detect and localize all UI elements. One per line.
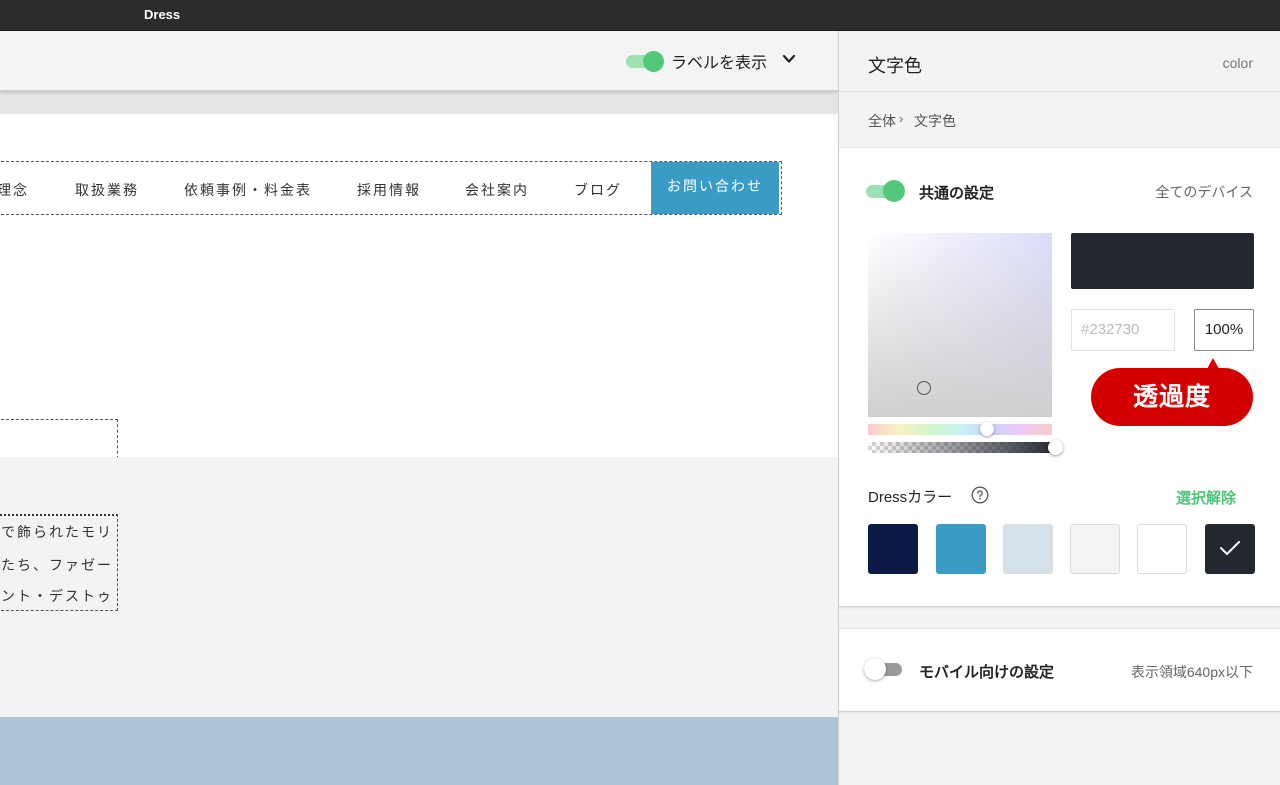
editor-toolbar: ラベルを表示 [0, 31, 838, 91]
panel-subtitle: color [1222, 55, 1253, 71]
common-settings-toggle[interactable] [866, 180, 906, 202]
mobile-settings-scope: 表示領域640px以下 [1130, 664, 1253, 680]
common-settings-scope: 全てのデバイス [1155, 184, 1253, 200]
swatch-white[interactable] [1137, 524, 1187, 574]
swatch-navy[interactable] [868, 524, 918, 574]
swatch-light-gray[interactable] [1070, 524, 1120, 574]
editor-area: ラベルを表示 理念 取扱業務 依頼事例・料金表 採用情報 会社案内 ブログ お問… [0, 31, 838, 785]
mobile-settings-toggle[interactable] [864, 658, 904, 680]
check-icon [1220, 541, 1240, 555]
alpha-slider-handle[interactable] [1048, 440, 1063, 455]
show-labels-toggle[interactable] [626, 51, 666, 72]
page-preview-header: 理念 取扱業務 依頼事例・料金表 採用情報 会社案内 ブログ お問い合わせ [0, 114, 838, 459]
toggle-knob [643, 51, 664, 72]
common-settings-label: 共通の設定 [919, 185, 995, 202]
mobile-settings-label: モバイル向けの設定 [919, 664, 1055, 681]
hue-slider[interactable] [868, 424, 1052, 435]
site-nav[interactable]: 理念 取扱業務 依頼事例・料金表 採用情報 会社案内 ブログ お問い合わせ [0, 161, 782, 215]
breadcrumb-separator-icon: › [899, 111, 904, 126]
saturation-value-picker[interactable] [868, 233, 1052, 417]
alpha-slider[interactable] [868, 442, 1058, 453]
settings-panel: 文字色 color 全体 › 文字色 共通の設定 全てのデバイス #232730… [838, 31, 1280, 785]
hex-color-input[interactable]: #232730 [1071, 309, 1175, 351]
nav-item-cases-fees[interactable]: 依頼事例・料金表 [184, 180, 312, 200]
swatch-dark-selected[interactable] [1205, 524, 1255, 574]
nav-contact-button[interactable]: お問い合わせ [651, 162, 779, 214]
panel-title: 文字色 [868, 56, 922, 76]
text-line: で飾られたモリ [1, 526, 113, 541]
page-preview-section: で飾られたモリ たち、ファゼー ント・デストゥ [0, 457, 838, 717]
page-preview-image [0, 717, 838, 785]
panel-header: 文字色 color [839, 31, 1280, 91]
color-picker-cursor[interactable] [917, 381, 931, 395]
app-title: Dress [144, 7, 181, 22]
dress-colors-label: Dressカラー [868, 489, 953, 506]
toggle-knob [883, 180, 905, 202]
breadcrumb: 全体 › 文字色 [839, 91, 1280, 147]
hue-slider-handle[interactable] [980, 422, 994, 436]
chevron-down-icon[interactable] [782, 52, 796, 66]
deselect-button[interactable]: 選択解除 [1176, 487, 1236, 508]
swatch-blue[interactable] [936, 524, 986, 574]
nav-item-company[interactable]: 会社案内 [465, 180, 529, 200]
help-icon[interactable] [971, 486, 989, 504]
nav-item-recruit[interactable]: 採用情報 [357, 180, 421, 200]
text-line: ント・デストゥ [1, 590, 113, 605]
alpha-input[interactable]: 100% [1194, 309, 1254, 351]
text-block[interactable]: で飾られたモリ たち、ファゼー ント・デストゥ [0, 514, 118, 611]
common-settings-card: 共通の設定 全てのデバイス #232730 100% 透過度 Dressカラー … [839, 147, 1280, 607]
swatch-light-blue[interactable] [1003, 524, 1053, 574]
show-labels-label[interactable]: ラベルを表示 [671, 49, 767, 73]
window-titlebar: Dress [0, 0, 1280, 31]
color-preview [1071, 233, 1254, 289]
nav-item-philosophy[interactable]: 理念 [0, 180, 29, 200]
breadcrumb-root[interactable]: 全体 [868, 111, 896, 131]
transparency-callout: 透過度 [1091, 368, 1253, 426]
text-line: たち、ファゼー [1, 559, 113, 574]
breadcrumb-current: 文字色 [914, 113, 956, 129]
nav-item-services[interactable]: 取扱業務 [75, 180, 139, 200]
nav-item-blog[interactable]: ブログ [574, 180, 622, 200]
mobile-settings-card: モバイル向けの設定 表示領域640px以下 [839, 628, 1280, 712]
content-block-outline[interactable] [0, 419, 118, 459]
toggle-knob [864, 658, 886, 680]
